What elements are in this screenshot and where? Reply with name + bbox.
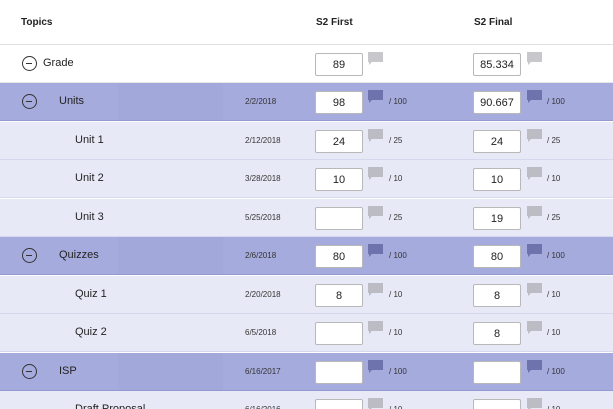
s2-final-score-input[interactable]: [473, 91, 521, 114]
row-label: Quiz 1: [75, 288, 107, 300]
max-points: / 10: [547, 328, 561, 337]
comment-icon[interactable]: [527, 167, 542, 180]
category-row: ISP 6/16/2017 / 100 / 100: [0, 353, 613, 391]
assignment-row: Unit 3 5/25/2018 / 25 / 25: [0, 199, 613, 237]
row-date: 6/16/2016: [245, 405, 281, 409]
row-date: 2/6/2018: [245, 251, 277, 260]
row-shade: [118, 353, 223, 390]
max-points: / 100: [389, 367, 407, 376]
grade-s2-final-input[interactable]: [473, 53, 521, 76]
row-shade: [118, 83, 223, 120]
max-points: / 25: [389, 136, 403, 145]
row-label: Quizzes: [59, 249, 99, 261]
grade-label: Grade: [43, 57, 74, 69]
max-points: / 10: [547, 405, 560, 409]
topics-column-header: Topics: [21, 17, 53, 28]
assignment-row: Quiz 1 2/20/2018 / 10 / 10: [0, 276, 613, 314]
s2-first-score-input[interactable]: [315, 91, 363, 114]
table-header: Topics S2 First S2 Final: [0, 0, 613, 45]
collapse-toggle-icon[interactable]: [22, 56, 37, 71]
max-points: / 10: [389, 290, 403, 299]
assignment-row: Unit 2 3/28/2018 / 10 / 10: [0, 160, 613, 198]
row-label: Unit 1: [75, 134, 104, 146]
s2-final-score-input[interactable]: [473, 245, 521, 268]
max-points: / 10: [547, 290, 561, 299]
max-points: / 100: [389, 97, 407, 106]
comment-icon[interactable]: [368, 52, 383, 65]
max-points: / 100: [547, 367, 565, 376]
comment-icon[interactable]: [368, 244, 383, 257]
row-date: 2/2/2018: [245, 97, 277, 106]
row-shade: [118, 237, 223, 274]
s2-first-score-input[interactable]: [315, 130, 363, 153]
max-points: / 25: [547, 136, 561, 145]
s2-final-score-input[interactable]: [473, 322, 521, 345]
comment-icon[interactable]: [527, 52, 542, 65]
s2-first-score-input[interactable]: [315, 168, 363, 191]
comment-icon[interactable]: [368, 206, 383, 219]
collapse-toggle-icon[interactable]: [22, 248, 37, 263]
row-label: ISP: [59, 365, 77, 377]
max-points: / 10: [389, 405, 402, 409]
max-points: / 100: [547, 251, 565, 260]
grade-row: Grade: [0, 45, 613, 83]
s2-final-score-input[interactable]: [473, 168, 521, 191]
row-label: Draft Proposal: [75, 403, 146, 409]
s2-first-score-input[interactable]: [315, 284, 363, 307]
comment-icon[interactable]: [368, 360, 383, 373]
row-label: Quiz 2: [75, 326, 107, 338]
s2-final-score-input[interactable]: [473, 284, 521, 307]
row-label: Units: [59, 95, 85, 107]
row-date: 3/28/2018: [245, 174, 281, 183]
s2-final-score-input[interactable]: [473, 361, 521, 384]
s2-first-score-input[interactable]: [315, 322, 363, 345]
comment-icon[interactable]: [527, 90, 542, 103]
s2-first-score-input[interactable]: [315, 245, 363, 268]
comment-icon[interactable]: [527, 244, 542, 257]
row-date: 2/20/2018: [245, 290, 281, 299]
row-label: Unit 2: [75, 172, 104, 184]
comment-icon[interactable]: [368, 283, 383, 296]
row-date: 2/12/2018: [245, 136, 281, 145]
assignment-row: Unit 1 2/12/2018 / 25 / 25: [0, 122, 613, 160]
comment-icon[interactable]: [527, 360, 542, 373]
s2-first-score-input[interactable]: [315, 207, 363, 230]
s2-final-score-input[interactable]: [473, 207, 521, 230]
comment-icon[interactable]: [368, 398, 383, 409]
max-points: / 25: [389, 213, 403, 222]
category-row: Units 2/2/2018 / 100 / 100: [0, 83, 613, 121]
comment-icon[interactable]: [527, 398, 542, 409]
category-row: Quizzes 2/6/2018 / 100 / 100: [0, 237, 613, 275]
comment-icon[interactable]: [527, 321, 542, 334]
comment-icon[interactable]: [368, 90, 383, 103]
row-label: Unit 3: [75, 211, 104, 223]
comment-icon[interactable]: [527, 129, 542, 142]
max-points: / 10: [547, 174, 561, 183]
comment-icon[interactable]: [527, 283, 542, 296]
row-date: 5/25/2018: [245, 213, 281, 222]
s2-final-column-header: S2 Final: [474, 17, 513, 28]
assignment-row: Draft Proposal 6/16/2016 / 10 / 10: [0, 391, 613, 409]
row-date: 6/5/2018: [245, 328, 277, 337]
row-date: 6/16/2017: [245, 367, 281, 376]
max-points: / 10: [389, 328, 403, 337]
max-points: / 10: [389, 174, 403, 183]
comment-icon[interactable]: [368, 129, 383, 142]
assignment-row: Quiz 2 6/5/2018 / 10 / 10: [0, 314, 613, 352]
s2-final-score-input[interactable]: [473, 399, 521, 409]
s2-first-score-input[interactable]: [315, 399, 363, 409]
comment-icon[interactable]: [527, 206, 542, 219]
s2-first-column-header: S2 First: [316, 17, 353, 28]
comment-icon[interactable]: [368, 167, 383, 180]
s2-final-score-input[interactable]: [473, 130, 521, 153]
max-points: / 100: [547, 97, 565, 106]
grade-s2-first-input[interactable]: [315, 53, 363, 76]
comment-icon[interactable]: [368, 321, 383, 334]
max-points: / 25: [547, 213, 561, 222]
collapse-toggle-icon[interactable]: [22, 364, 37, 379]
s2-first-score-input[interactable]: [315, 361, 363, 384]
max-points: / 100: [389, 251, 407, 260]
collapse-toggle-icon[interactable]: [22, 94, 37, 109]
